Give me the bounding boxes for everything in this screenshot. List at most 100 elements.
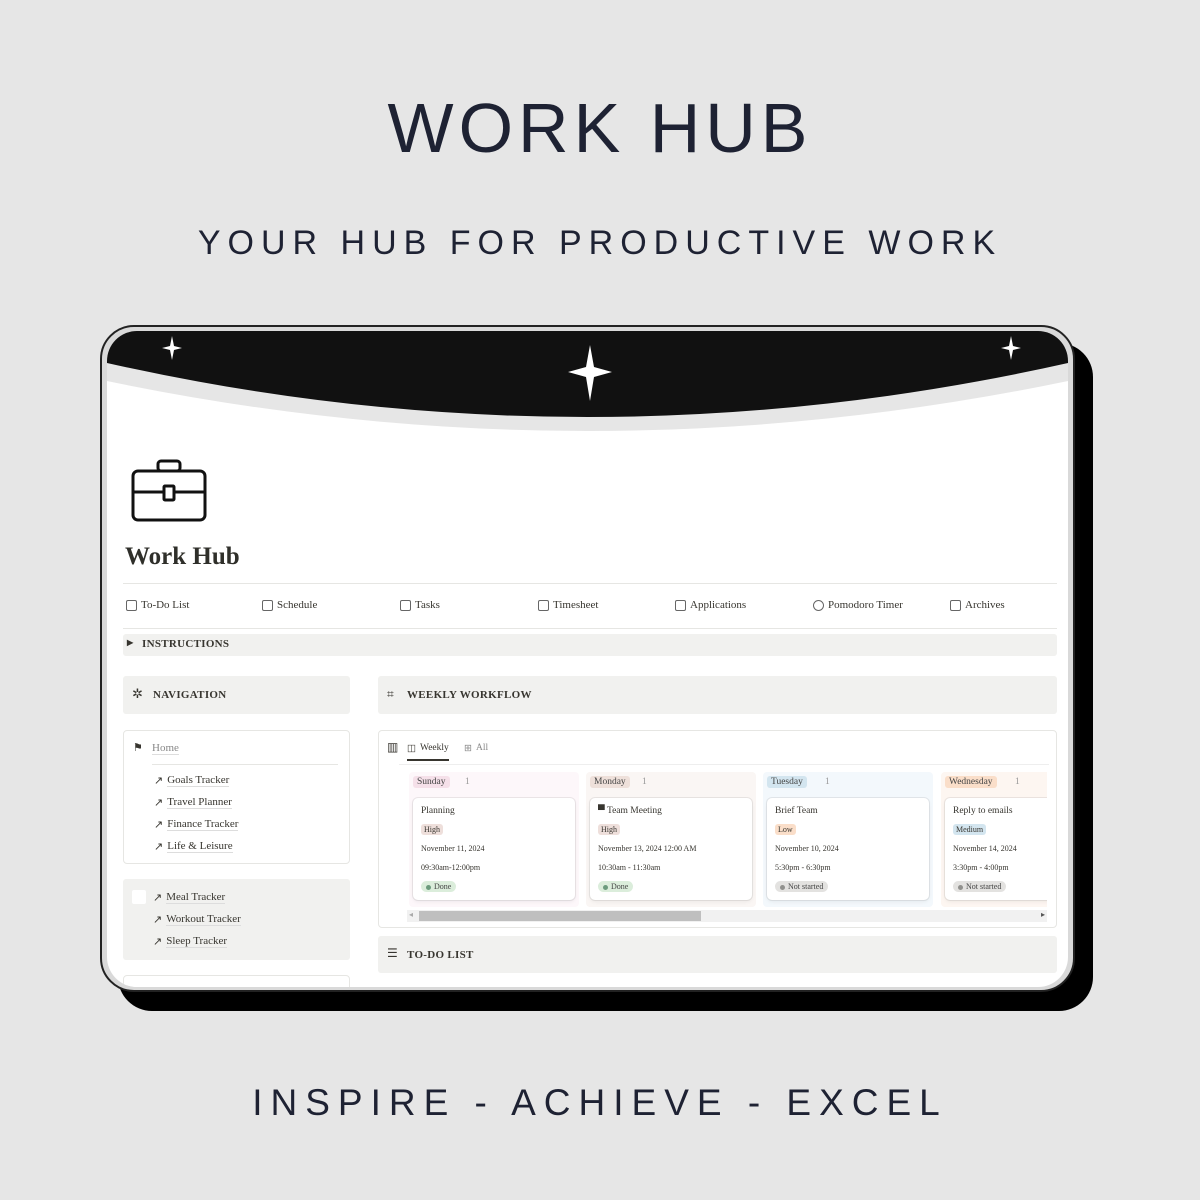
scroll-left-icon[interactable]: ◂ [409,910,413,919]
priority-tag: High [598,824,620,835]
board-column-monday: Monday 1 ▀ Team Meeting High November 13… [586,772,756,907]
device-frame: Work Hub To-Do List Schedule Tasks Times… [100,325,1075,992]
horizontal-scrollbar[interactable]: ◂ ▸ [407,910,1047,922]
link-label: Sleep Tracker [166,935,228,948]
link-label: Life & Leisure [167,840,233,853]
board-column-wednesday: Wednesday 1 Reply to emails Medium Novem… [941,772,1047,907]
status-text: Done [611,882,629,891]
travel-planner-link[interactable]: ↗ Travel Planner [154,796,232,809]
status-dot-icon [426,884,431,890]
finance-tracker-link[interactable]: ↗ Finance Tracker [154,818,239,831]
task-name: Reply to emails [953,806,1013,816]
notion-page: Work Hub To-Do List Schedule Tasks Times… [107,331,1068,987]
cover-banner [107,331,1068,431]
task-date: November 11, 2024 [421,844,485,853]
board-columns: Sunday 1 Planning High November 11, 2024… [379,731,1047,909]
goals-tracker-link[interactable]: ↗ Goals Tracker [154,774,230,787]
divider [123,628,1057,629]
meal-tracker-link[interactable]: ↗ Meal Tracker [153,891,226,904]
task-time: 09:30am-12:00pm [421,863,481,872]
task-card[interactable]: Brief Team Low November 10, 2024 5:30pm … [767,798,929,900]
link-applications[interactable]: Applications [675,599,746,611]
day-tag: Sunday [413,776,450,788]
priority-tag: Medium [953,824,987,835]
scroll-right-icon[interactable]: ▸ [1041,910,1045,919]
task-name-text: Team Meeting [606,806,662,816]
section-label: NAVIGATION [153,689,227,701]
link-tasks[interactable]: Tasks [400,599,440,611]
task-card[interactable]: Planning High November 11, 2024 09:30am-… [413,798,575,900]
todo-list-header: ☰ TO-DO LIST [378,936,1057,973]
column-count: 1 [1015,777,1020,787]
day-tag: Tuesday [767,776,807,788]
link-schedule[interactable]: Schedule [262,599,317,611]
priority-tag: High [421,824,443,835]
task-time: 3:30pm - 4:00pm [953,863,1009,872]
column-count: 1 [465,777,470,787]
status-text: Not started [788,882,824,891]
task-name-text: Brief Team [775,806,818,816]
task-name: Brief Team [775,806,818,816]
target-icon: ↗ [154,775,164,787]
archive-icon [950,599,961,611]
link-timesheet[interactable]: Timesheet [538,599,598,611]
leisure-icon: ↗ [154,841,164,853]
link-to-do-list[interactable]: To-Do List [126,599,189,611]
status-badge: Not started [953,881,1007,892]
task-card[interactable]: ▀ Team Meeting High November 13, 2024 12… [590,798,752,900]
task-date: November 14, 2024 [953,844,1017,853]
home-link[interactable]: Home [152,742,179,755]
weekly-board: ▥ ◫ Weekly ⊞ All Sunday 1 Planning High No… [378,730,1057,928]
life-leisure-link[interactable]: ↗ Life & Leisure [154,840,233,853]
page-title: Work Hub [125,543,240,570]
link-label: Home [152,742,179,755]
calendar-icon [262,599,273,611]
note-icon [126,599,137,611]
column-count: 1 [642,777,647,787]
status-badge: Not started [775,881,829,892]
timesheet-icon [538,599,549,611]
priority-tag: Low [775,824,796,835]
day-tag: Wednesday [945,776,997,788]
link-pomodoro-timer[interactable]: Pomodoro Timer [813,599,903,611]
plane-icon: ↗ [154,797,164,809]
meal-icon: ↗ [153,892,163,904]
status-text: Done [434,882,452,891]
more-links-box [123,975,350,987]
link-archives[interactable]: Archives [950,599,1005,611]
divider [123,583,1057,584]
link-label: Archives [965,599,1005,611]
status-badge: Done [421,881,457,892]
task-name-text: Planning [421,806,455,816]
task-card[interactable]: Reply to emails Medium November 14, 2024… [945,798,1047,900]
task-date: November 13, 2024 12:00 AM [598,844,697,853]
checklist-icon [400,599,411,611]
workout-tracker-link[interactable]: ↗ Workout Tracker [153,913,241,926]
weekly-workflow-header: ⌗ WEEKLY WORKFLOW [378,676,1057,714]
link-label: Tasks [415,599,440,611]
navigation-box: ⚑ Home ↗ Goals Tracker ↗ Travel Planner ↗ F… [123,730,350,864]
task-name-text: Reply to emails [953,806,1013,816]
link-label: Finance Tracker [167,818,239,831]
frame-icon: ⌗ [387,687,395,701]
task-name: ▀ Team Meeting [598,806,662,816]
status-dot-icon [958,884,963,890]
bed-icon: ↗ [153,936,163,948]
divider [152,764,338,765]
task-name: Planning [421,806,455,816]
scrollbar-thumb[interactable] [419,911,701,921]
checklist-icon: ☰ [387,946,399,960]
sleep-tracker-link[interactable]: ↗ Sleep Tracker [153,935,228,948]
task-time: 10:30am - 11:30am [598,863,661,872]
link-label: Travel Planner [167,796,232,809]
link-label: Meal Tracker [166,891,226,904]
callout-icon [132,890,146,904]
link-label: To-Do List [141,599,190,611]
instructions-toggle[interactable]: ▶ INSTRUCTIONS [123,634,1057,656]
triangle-right-icon: ▶ [127,638,134,647]
money-icon: ↗ [154,819,164,831]
column-count: 1 [825,777,830,787]
board-column-sunday: Sunday 1 Planning High November 11, 2024… [409,772,579,907]
link-label: Goals Tracker [167,774,230,787]
task-date: November 10, 2024 [775,844,839,853]
